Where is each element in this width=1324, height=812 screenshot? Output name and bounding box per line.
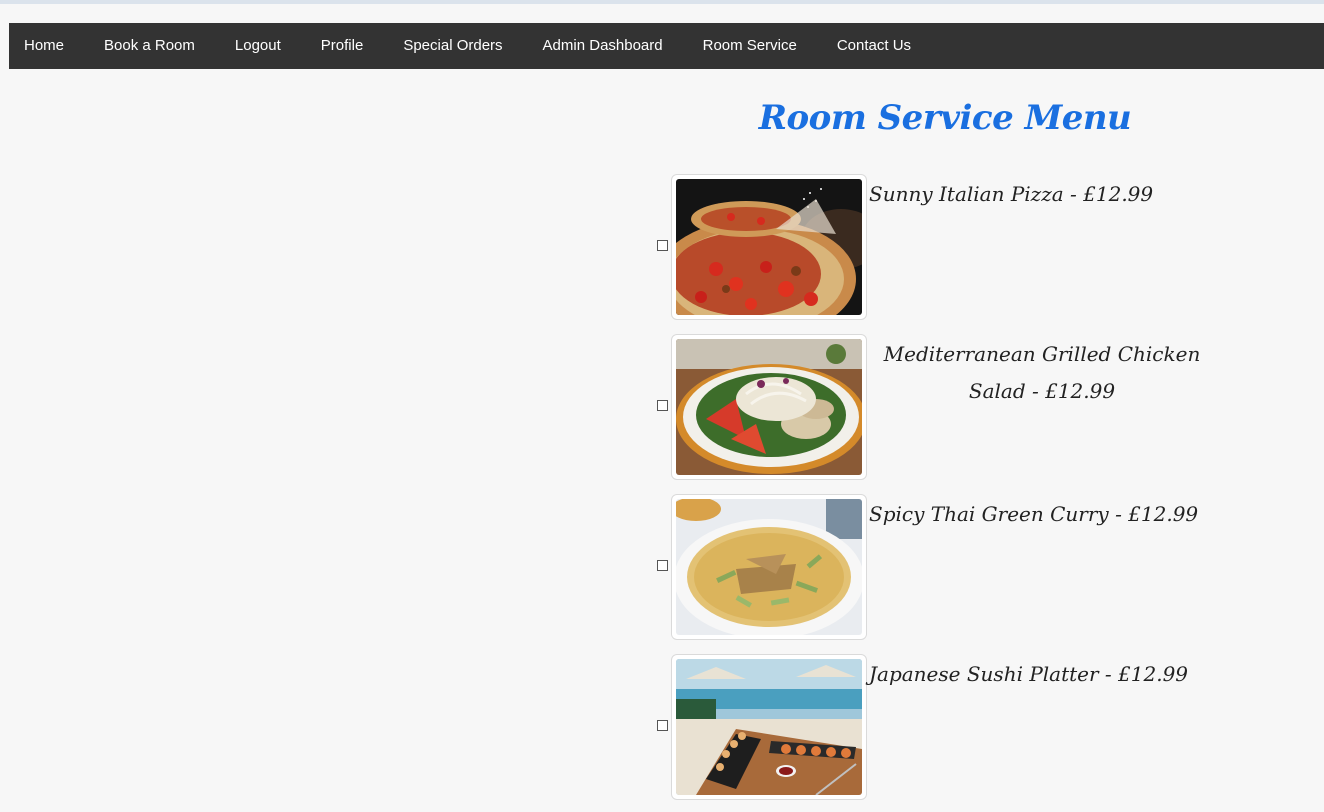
menu-item-photo-card — [671, 334, 867, 480]
curry-photo — [676, 499, 862, 635]
menu-item-label: Mediterranean Grilled Chicken Salad - £1… — [883, 342, 1201, 403]
menu-item: Spicy Thai Green Curry - £12.99 — [655, 494, 1215, 644]
menu-item-label: Japanese Sushi Platter - £12.99 — [869, 662, 1189, 686]
nav-profile[interactable]: Profile — [306, 23, 384, 69]
navbar: Home Book a Room Logout Profile Special … — [9, 23, 1324, 69]
nav-admin-dashboard[interactable]: Admin Dashboard — [528, 23, 683, 69]
nav-room-service[interactable]: Room Service — [688, 23, 817, 69]
sushi-photo — [676, 659, 862, 795]
nav-special-orders[interactable]: Special Orders — [388, 23, 522, 69]
pizza-photo — [676, 179, 862, 315]
nav-home[interactable]: Home — [9, 23, 84, 69]
menu-item-photo-card — [671, 174, 867, 320]
menu-item-checkbox[interactable] — [657, 720, 668, 731]
menu-item-label: Sunny Italian Pizza - £12.99 — [869, 182, 1154, 206]
menu-item-checkbox[interactable] — [657, 560, 668, 571]
menu-item: Japanese Sushi Platter - £12.99 — [655, 654, 1215, 804]
menu-item-photo-card — [671, 494, 867, 640]
nav-contact-us[interactable]: Contact Us — [822, 23, 931, 69]
nav-logout[interactable]: Logout — [220, 23, 301, 69]
nav-book-a-room[interactable]: Book a Room — [89, 23, 215, 69]
menu-item-checkbox[interactable] — [657, 400, 668, 411]
menu-item: Mediterranean Grilled Chicken Salad - £1… — [655, 334, 1215, 484]
top-strip — [0, 0, 1324, 4]
menu-item: Sunny Italian Pizza - £12.99 — [655, 174, 1215, 324]
menu-item-checkbox[interactable] — [657, 240, 668, 251]
menu-item-label: Spicy Thai Green Curry - £12.99 — [869, 502, 1199, 526]
menu-item-photo-card — [671, 654, 867, 800]
page-title: Room Service Menu — [758, 98, 1132, 138]
salad-photo — [676, 339, 862, 475]
